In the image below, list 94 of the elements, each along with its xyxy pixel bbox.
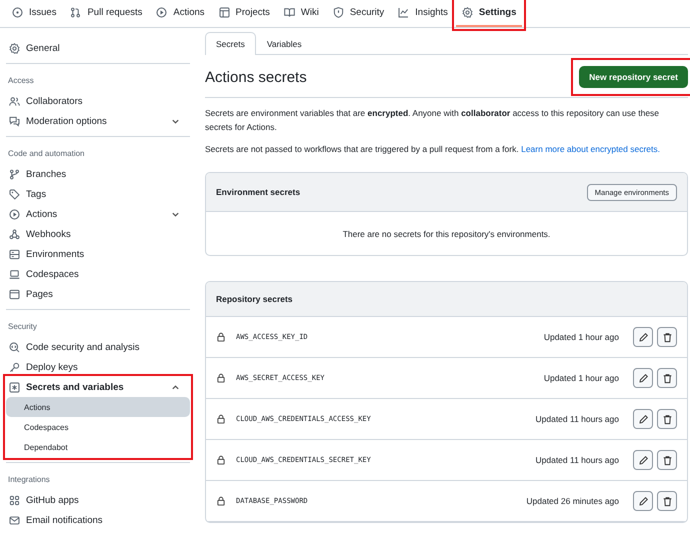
repo-nav-tab[interactable]: Settings — [456, 0, 522, 26]
sidebar-item[interactable]: Codespaces — [6, 264, 190, 284]
panel-title: Repository secrets — [216, 294, 293, 304]
sidebar-item[interactable]: Deploy keys — [6, 357, 190, 377]
settings-icon — [462, 7, 473, 18]
pencil-icon — [638, 454, 648, 466]
play-icon — [156, 7, 168, 18]
tab[interactable]: Variables — [256, 32, 313, 55]
webhook-icon — [9, 228, 20, 240]
issue-icon — [12, 7, 23, 18]
edit-button[interactable] — [633, 450, 653, 470]
tab[interactable]: Secrets — [205, 32, 256, 55]
browser-icon — [9, 288, 20, 300]
updated-time: Updated 11 hours ago — [536, 455, 619, 465]
tag-icon — [9, 188, 20, 200]
pencil-icon — [638, 496, 648, 506]
edit-button[interactable] — [633, 368, 653, 388]
book-icon — [284, 7, 295, 18]
mail-icon — [9, 514, 20, 526]
pull-request-icon — [70, 7, 82, 18]
updated-time: Updated 26 minutes ago — [526, 496, 619, 506]
sidebar-item[interactable]: GitHub apps — [6, 490, 190, 510]
branch-icon — [9, 168, 20, 180]
trash-icon — [662, 414, 672, 424]
repo-nav-tab[interactable]: Issues — [6, 2, 62, 26]
repo-nav-tab[interactable]: Insights — [392, 2, 454, 26]
shield-icon — [332, 7, 344, 18]
pencil-icon — [638, 414, 648, 424]
sidebar-item[interactable]: Moderation options — [6, 111, 190, 131]
trash-icon — [662, 372, 672, 384]
trash-icon — [662, 454, 672, 466]
lock-icon — [216, 496, 226, 506]
new-secret-button[interactable]: New repository secret — [579, 66, 688, 88]
pencil-icon — [638, 372, 648, 384]
repo-nav-tab[interactable]: Projects — [212, 2, 276, 26]
sidebar-item[interactable]: Secrets and variables — [6, 377, 190, 397]
edit-button[interactable] — [633, 327, 653, 347]
delete-button[interactable] — [657, 491, 677, 511]
sidebar-item[interactable]: Tags — [6, 184, 190, 204]
sidebar-item[interactable]: Actions — [6, 204, 190, 224]
delete-button[interactable] — [657, 409, 677, 429]
trash-icon — [662, 496, 672, 506]
settings-icon — [9, 42, 20, 54]
sidebar-item[interactable]: General — [6, 38, 190, 58]
sidebar-item[interactable]: Collaborators — [6, 91, 190, 111]
sidebar-subitem[interactable]: Dependabot — [6, 437, 190, 457]
graph-icon — [398, 7, 410, 18]
sidebar-subitem[interactable]: Actions — [6, 397, 190, 417]
sidebar-subitem[interactable]: Codespaces — [6, 417, 190, 437]
edit-button[interactable] — [633, 409, 653, 429]
apps-icon — [9, 494, 20, 506]
sidebar-section-heading: Code and automation — [7, 148, 86, 160]
chevron-up-icon — [171, 382, 180, 392]
updated-time: Updated 1 hour ago — [544, 332, 619, 342]
sidebar-section-heading: Security — [7, 321, 38, 333]
updated-time: Updated 1 hour ago — [544, 373, 619, 383]
lock-icon — [216, 414, 226, 424]
delete-button[interactable] — [657, 450, 677, 470]
sidebar-section-heading: Access — [7, 75, 35, 87]
lock-icon — [216, 373, 226, 383]
updated-time: Updated 11 hours ago — [536, 414, 619, 424]
repo-nav-tab[interactable]: Actions — [150, 2, 211, 26]
sidebar-section-heading: Integrations — [7, 474, 51, 486]
people-icon — [9, 96, 20, 106]
edit-button[interactable] — [633, 491, 653, 511]
delete-button[interactable] — [657, 368, 677, 388]
sidebar-item[interactable]: Branches — [6, 164, 190, 184]
description-text: Secrets are environment variables that are encrypted. Anyone with collaborator access to this repository can use these secrets for Actions. — [205, 107, 660, 134]
repo-nav-tab[interactable]: Wiki — [278, 2, 325, 26]
description-text: Secrets are not passed to workflows that are triggered by a pull request from a fork. Learn more about encrypted secrets. — [205, 143, 662, 156]
comment-icon — [9, 116, 20, 126]
page-heading: Actions secrets — [205, 68, 307, 86]
table-icon — [218, 7, 230, 18]
pencil-icon — [638, 332, 648, 342]
sidebar-item[interactable]: Pages — [6, 284, 190, 304]
repo-nav-tab[interactable]: Pull requests — [64, 2, 148, 26]
delete-button[interactable] — [657, 327, 677, 347]
panel-title: Environment secrets — [216, 187, 300, 197]
asterisk-icon — [9, 382, 20, 392]
learn-more-link[interactable]: Learn more about encrypted secrets. — [521, 144, 660, 154]
laptop-icon — [9, 268, 20, 280]
sidebar-item[interactable]: Email notifications — [6, 510, 190, 530]
sidebar-item[interactable]: Code security and analysis — [6, 337, 190, 357]
lock-icon — [216, 332, 226, 342]
play-icon — [9, 208, 20, 220]
repo-nav-tab[interactable]: Security — [326, 2, 390, 26]
sidebar-item[interactable]: Webhooks — [6, 224, 190, 244]
lock-icon — [216, 455, 226, 465]
key-icon — [9, 362, 20, 372]
trash-icon — [662, 332, 672, 342]
server-icon — [9, 248, 20, 260]
empty-message: There are no secrets for this repository's environments. — [342, 228, 550, 238]
codescan-icon — [9, 342, 20, 352]
sidebar-item[interactable]: Environments — [6, 244, 190, 264]
